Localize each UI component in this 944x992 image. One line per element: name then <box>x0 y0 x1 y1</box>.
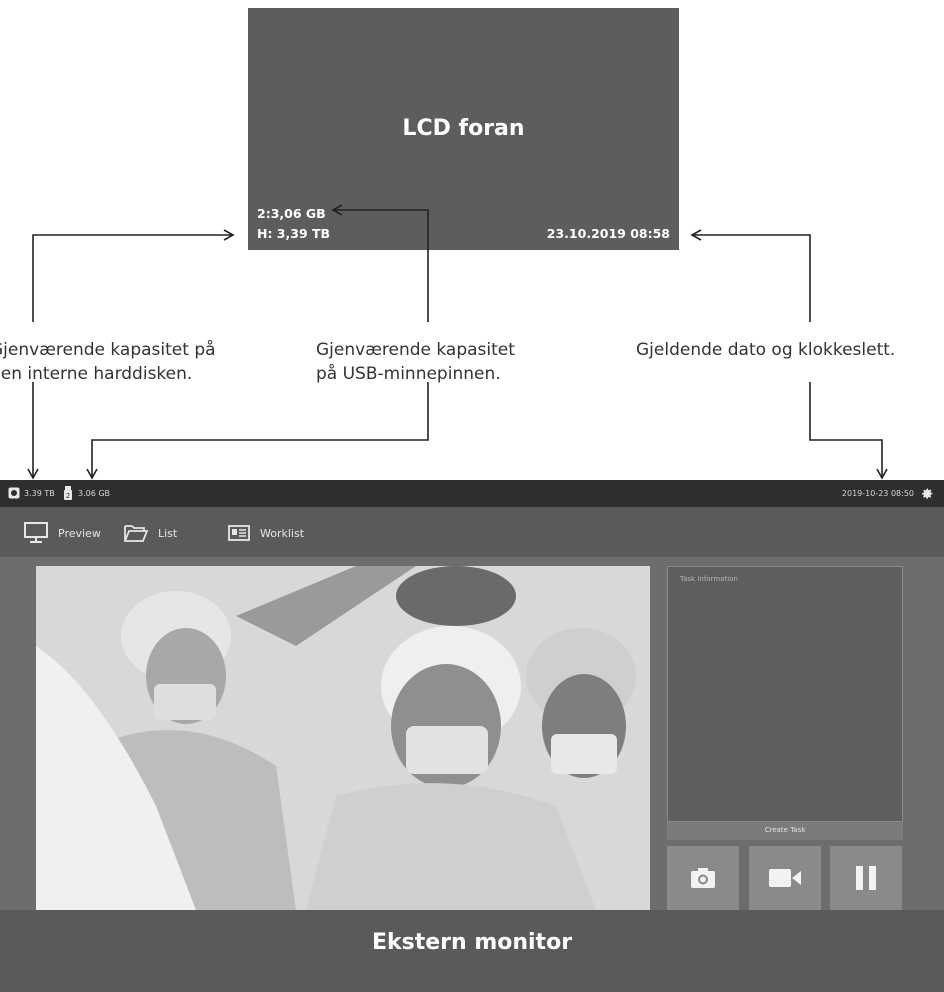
task-information-panel: Task Information <box>667 566 903 822</box>
status-bar: 3.39 TB 2 3.06 GB 2019-10-23 08:50 <box>0 480 944 507</box>
nav-worklist-label: Worklist <box>260 526 305 540</box>
nav-list-label: List <box>158 526 178 540</box>
id-card-icon <box>228 525 250 541</box>
create-task-label: Create Task <box>764 826 806 834</box>
status-hdd-capacity: 3.39 TB <box>24 489 55 498</box>
callout-hdd-line-1: Gjenværende kapasitet på <box>0 340 216 360</box>
nav-worklist[interactable]: Worklist <box>228 521 304 545</box>
arrow-datetime-to-monitor <box>809 382 888 480</box>
nav-list[interactable]: List <box>124 521 177 545</box>
hdd-icon <box>8 487 20 499</box>
nav-bar: Preview List Worklist <box>0 507 944 557</box>
record-video-button[interactable] <box>749 846 821 910</box>
pause-icon <box>856 866 876 890</box>
task-panel-title: Task Information <box>680 575 738 583</box>
nav-preview[interactable]: Preview <box>24 521 101 545</box>
lcd-datetime: 23.10.2019 08:58 <box>546 226 670 241</box>
status-usb-capacity: 3.06 GB <box>78 489 111 498</box>
arrow-hdd-to-lcd <box>32 229 235 322</box>
video-icon <box>769 869 801 887</box>
surgeons-illustration <box>36 566 650 910</box>
pause-button[interactable] <box>830 846 902 910</box>
usb-icon: 2 <box>64 486 72 500</box>
capture-photo-button[interactable] <box>667 846 739 910</box>
callout-datetime: Gjeldende dato og klokkeslett. <box>636 338 942 362</box>
monitor-icon <box>24 522 48 543</box>
status-datetime: 2019-10-23 08:50 <box>841 489 914 498</box>
folder-icon <box>124 525 148 542</box>
preview-video-image <box>36 566 650 910</box>
callout-datetime-line-1: Gjeldende dato og klokkeslett. <box>636 340 896 360</box>
svg-text:2: 2 <box>66 492 70 500</box>
external-monitor: 3.39 TB 2 3.06 GB 2019-10-23 08:50 Previ… <box>0 480 944 992</box>
monitor-caption: Ekstern monitor <box>371 930 573 955</box>
lcd-title: LCD foran <box>402 116 525 141</box>
callout-usb-line-2: på USB-minnepinnen. <box>316 364 501 384</box>
lcd-hdd-capacity: H: 3,39 TB <box>257 226 331 241</box>
arrow-datetime-to-lcd <box>690 229 811 322</box>
arrow-usb-to-monitor <box>86 382 429 480</box>
lcd-usb-capacity: 2:3,06 GB <box>257 206 326 221</box>
nav-preview-label: Preview <box>58 526 101 540</box>
callout-hdd-line-2: den interne harddisken. <box>0 364 193 384</box>
gear-icon[interactable] <box>921 487 934 500</box>
lcd-front-panel: LCD foran 2:3,06 GB H: 3,39 TB 23.10.201… <box>248 8 679 250</box>
callout-hdd-capacity: Gjenværende kapasitet på den interne har… <box>0 338 252 386</box>
camera-icon <box>691 868 715 888</box>
create-task-button[interactable]: Create Task <box>667 822 903 840</box>
callout-usb-capacity: Gjenværende kapasitet på USB-minnepinnen… <box>316 338 556 386</box>
callout-usb-line-1: Gjenværende kapasitet <box>316 340 515 360</box>
